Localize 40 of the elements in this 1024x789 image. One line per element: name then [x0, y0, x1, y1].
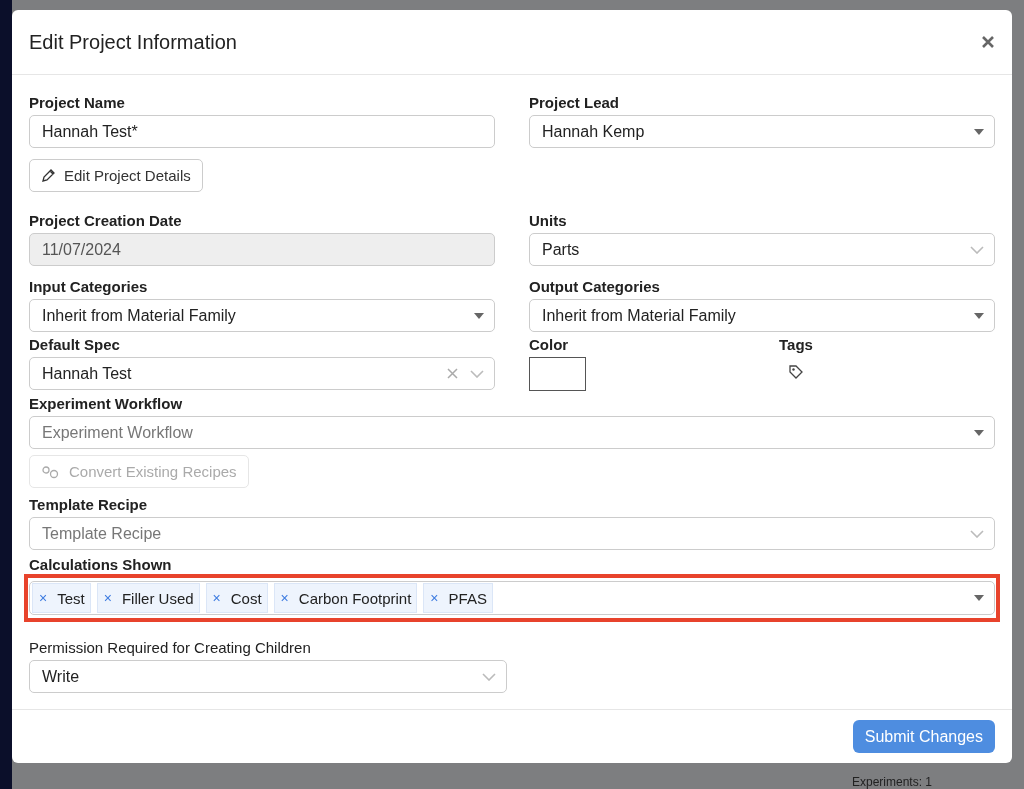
- field-label: Project Name: [29, 94, 126, 112]
- experiment-workflow-select[interactable]: Experiment Workflow: [29, 416, 995, 449]
- permission-select[interactable]: Write: [29, 660, 507, 693]
- field-label: Units: [529, 212, 568, 230]
- output-categories-select[interactable]: Inherit from Material Family: [529, 299, 995, 332]
- dropdown-caret-icon[interactable]: [974, 312, 984, 319]
- close-icon[interactable]: [981, 35, 995, 49]
- field-label: Color: [529, 336, 570, 354]
- gears-icon: [41, 464, 61, 479]
- calculation-tag[interactable]: × Test: [32, 583, 91, 613]
- experiments-count: Experiments: 1: [851, 775, 932, 789]
- units-select[interactable]: Parts: [529, 233, 995, 266]
- field-label: Tags: [779, 336, 814, 354]
- calculation-tag[interactable]: × Carbon Footprint: [273, 583, 418, 613]
- dropdown-caret-icon[interactable]: [474, 312, 484, 319]
- field-label: Project Lead: [529, 94, 621, 112]
- pencil-icon: [41, 168, 56, 183]
- calculation-tag[interactable]: × Cost: [205, 583, 268, 613]
- color-swatch[interactable]: [529, 357, 586, 391]
- field-label: Project Creation Date: [29, 212, 183, 230]
- template-recipe-select[interactable]: Template Recipe: [29, 517, 995, 550]
- dialog-title: Edit Project Information: [29, 30, 237, 54]
- project-name-input[interactable]: Hannah Test*: [29, 115, 495, 148]
- field-label: Template Recipe: [29, 496, 149, 514]
- field-label: Experiment Workflow: [29, 395, 184, 413]
- tag-icon[interactable]: [789, 365, 803, 379]
- calculations-multiselect[interactable]: × Test × Filler Used × Cost × Carbon Footprint × PFAS: [29, 581, 995, 615]
- calculation-tag[interactable]: × Filler Used: [96, 583, 200, 613]
- calculation-tag[interactable]: × PFAS: [423, 583, 493, 613]
- project-lead-select[interactable]: Hannah Kemp: [529, 115, 995, 148]
- dropdown-caret-icon[interactable]: [974, 595, 984, 601]
- field-label: Permission Required for Creating Children: [29, 639, 312, 657]
- field-label: Input Categories: [29, 278, 149, 296]
- field-label: Output Categories: [529, 278, 661, 296]
- edit-details-button[interactable]: Edit Project Details: [29, 159, 203, 192]
- input-categories-select[interactable]: Inherit from Material Family: [29, 299, 495, 332]
- field-label: Default Spec: [29, 336, 121, 354]
- field-label: Calculations Shown: [29, 556, 173, 574]
- dropdown-caret-icon[interactable]: [974, 429, 984, 436]
- dropdown-caret-icon[interactable]: [974, 128, 984, 135]
